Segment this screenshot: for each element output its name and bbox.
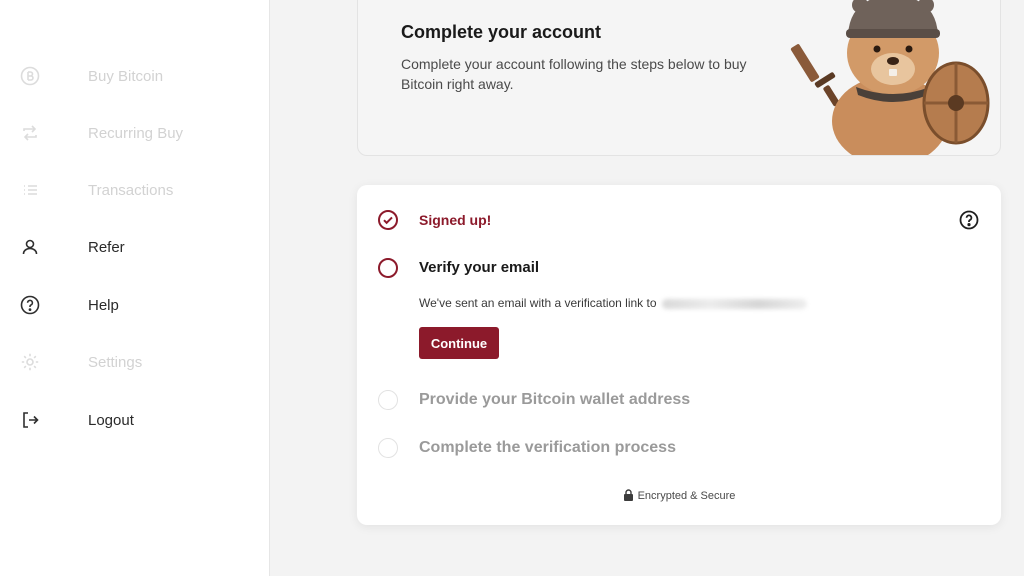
step-label: Signed up! [419, 212, 492, 228]
complete-account-banner: Complete your account Complete your acco… [357, 0, 1001, 156]
sidebar-item-label: Refer [88, 238, 125, 256]
sidebar-item-help[interactable]: Help [0, 285, 270, 325]
user-icon [19, 236, 41, 258]
sidebar-item-label: Recurring Buy [88, 124, 184, 142]
step-wallet-address: Provide your Bitcoin wallet address [357, 385, 1001, 415]
sidebar-item-buy-bitcoin[interactable]: Buy Bitcoin [0, 56, 270, 96]
redacted-email [661, 298, 807, 309]
banner-description: Complete your account following the step… [401, 56, 747, 92]
continue-button[interactable]: Continue [419, 327, 499, 359]
security-note: Encrypted & Secure [357, 489, 1001, 502]
question-circle-icon [19, 294, 41, 316]
step-label: Complete the verification process [419, 439, 676, 456]
banner-title: Complete your account [401, 22, 602, 42]
sidebar-item-logout[interactable]: Logout [0, 400, 270, 440]
bitcoin-icon [19, 65, 41, 87]
list-icon [19, 179, 41, 201]
step-label: Provide your Bitcoin wallet address [419, 391, 691, 408]
sidebar-item-settings[interactable]: Settings [0, 342, 270, 382]
sidebar-item-recurring-buy[interactable]: Recurring Buy [0, 113, 270, 153]
sidebar-item-label: Logout [88, 411, 134, 429]
onboarding-steps-card: Signed up! Verify your email We've sent … [357, 185, 1001, 525]
sidebar-item-label: Transactions [88, 181, 174, 199]
sidebar: Buy Bitcoin Recurring Buy Transactions R… [0, 0, 270, 576]
check-circle-icon [378, 210, 398, 230]
lock-icon [623, 489, 633, 501]
sidebar-item-label: Settings [88, 353, 143, 371]
repeat-icon [19, 122, 41, 144]
radio-circle-icon [378, 438, 398, 458]
secure-label: Encrypted & Secure [637, 490, 736, 502]
radio-circle-icon [378, 258, 398, 278]
sidebar-item-label: Buy Bitcoin [88, 67, 164, 85]
beaver-mascot-icon [790, 0, 990, 155]
verify-message-text: We've sent an email with a verification … [419, 296, 657, 310]
step-signed-up: Signed up! [357, 205, 1001, 235]
radio-circle-icon [378, 390, 398, 410]
sidebar-item-transactions[interactable]: Transactions [0, 170, 270, 210]
help-question-icon[interactable] [959, 210, 979, 230]
step-label: Verify your email [419, 259, 540, 276]
sidebar-item-refer[interactable]: Refer [0, 227, 270, 267]
step-verify-email: Verify your email [357, 253, 1001, 283]
sidebar-item-label: Help [88, 296, 119, 314]
step-verification-process: Complete the verification process [357, 433, 1001, 463]
logout-icon [19, 409, 41, 431]
verify-message: We've sent an email with a verification … [419, 296, 807, 310]
gear-icon [19, 351, 41, 373]
